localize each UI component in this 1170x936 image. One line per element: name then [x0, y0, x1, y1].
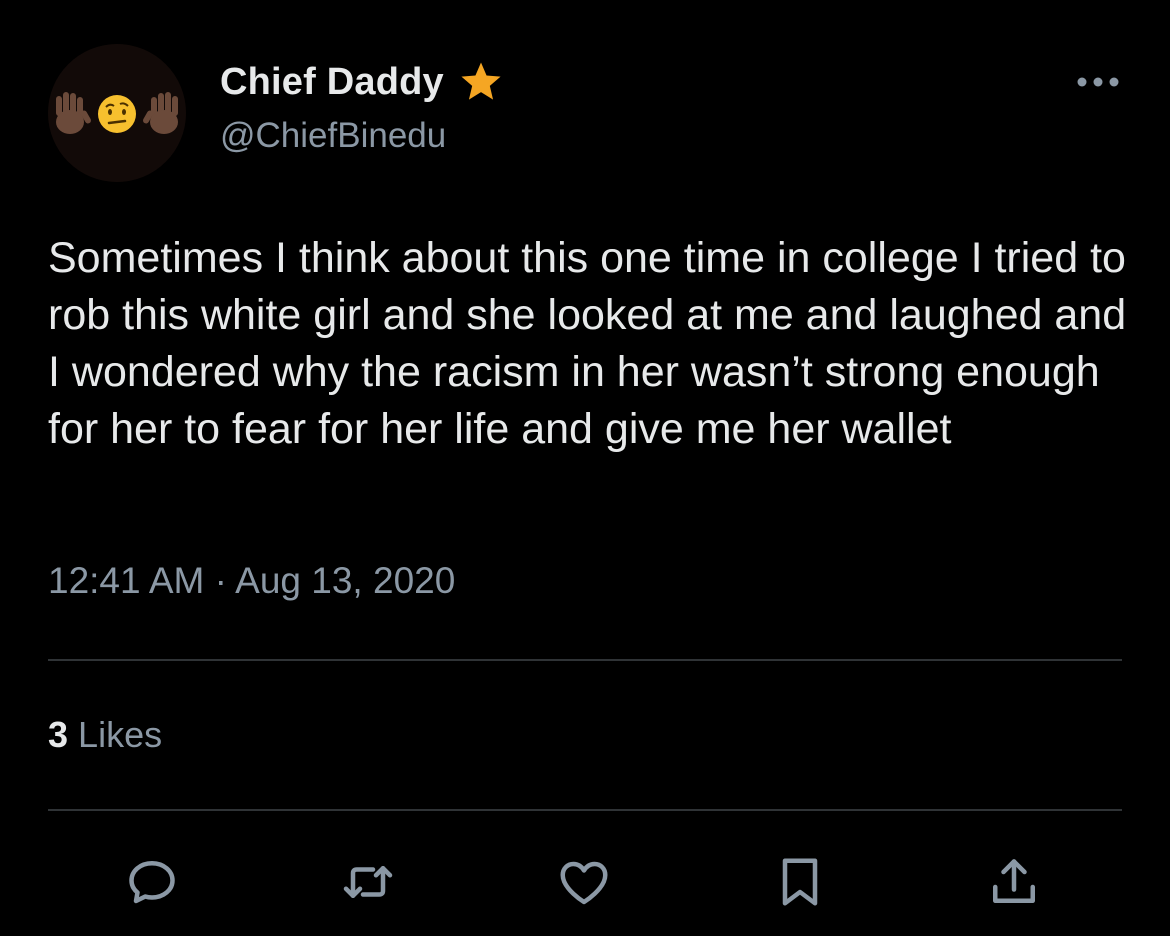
star-icon [461, 62, 501, 100]
divider [48, 659, 1122, 661]
reply-icon [129, 861, 175, 904]
retweet-button[interactable] [338, 852, 398, 912]
tweet-text: Sometimes I think about this one time in… [48, 234, 1127, 453]
heart-icon [560, 861, 608, 905]
author-handle[interactable]: @ChiefBinedu [220, 116, 446, 156]
tweet-detail: Chief Daddy @ChiefBinedu Sometimes I thi… [0, 0, 1170, 936]
like-button[interactable] [554, 852, 614, 912]
likes-label: Likes [78, 714, 163, 755]
avatar-emoji-image [48, 44, 186, 182]
tweet-timestamp[interactable]: 12:41 AM · Aug 13, 2020 [48, 560, 455, 602]
bookmark-button[interactable] [770, 852, 830, 912]
divider [48, 809, 1122, 811]
bookmark-icon [782, 858, 818, 906]
avatar[interactable] [48, 44, 186, 182]
retweet-icon [343, 866, 393, 898]
share-button[interactable] [984, 852, 1044, 912]
more-options-button[interactable] [1068, 62, 1128, 102]
reply-button[interactable] [122, 852, 182, 912]
likes-count: 3 [48, 714, 69, 755]
author-name-row: Chief Daddy [220, 56, 504, 108]
author-display-name[interactable]: Chief Daddy [220, 61, 444, 104]
share-icon [993, 859, 1035, 903]
more-dots-icon [1077, 77, 1119, 87]
likes-stat[interactable]: 3 Likes [48, 714, 162, 756]
